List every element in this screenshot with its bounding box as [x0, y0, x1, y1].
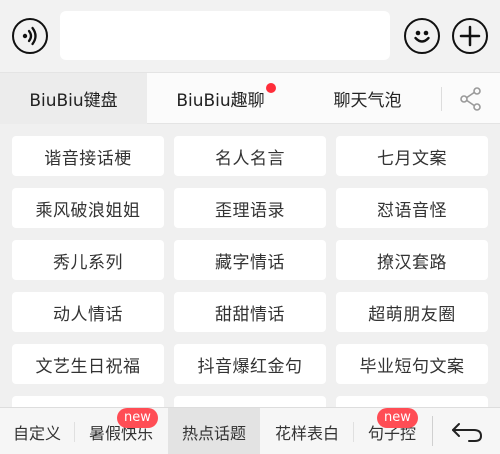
voice-icon — [22, 26, 37, 46]
share-icon — [460, 86, 481, 111]
message-input[interactable] — [60, 11, 390, 60]
category-tab-row: BiuBiu键盘 BiuBiu趣聊 聊天气泡 — [0, 72, 500, 124]
plus-icon — [459, 25, 481, 47]
notification-dot — [266, 83, 276, 93]
phrase-item[interactable]: 毕业短句文案 — [336, 344, 488, 384]
bottom-tab-label: 花样表白 — [274, 423, 339, 443]
tab-label: BiuBiu趣聊 — [176, 91, 265, 111]
phrase-item[interactable]: 秀儿系列 — [12, 240, 164, 280]
input-toolbar — [0, 0, 500, 72]
bottom-tab-confession[interactable]: 花样表白 — [261, 408, 353, 454]
bottom-tab-hot-topics[interactable]: 热点话题 — [168, 408, 260, 454]
emoji-button[interactable] — [404, 18, 440, 54]
phrase-item[interactable]: 撩汉套路 — [336, 240, 488, 280]
phrase-item[interactable]: 动人情话 — [12, 292, 164, 332]
tab-label: BiuBiu键盘 — [29, 91, 118, 111]
phrase-item[interactable]: 抖音爆红金句 — [174, 344, 326, 384]
voice-button[interactable] — [12, 18, 48, 54]
phrase-item[interactable]: 文艺生日祝福 — [12, 344, 164, 384]
phrase-item[interactable]: 七月文案 — [336, 136, 488, 176]
phrase-item[interactable]: 歪理语录 — [174, 188, 326, 228]
tab-biubiu-chat[interactable]: BiuBiu趣聊 — [147, 73, 294, 124]
phrase-item[interactable]: 超萌朋友圈 — [336, 292, 488, 332]
bottom-tab-label: 热点话题 — [181, 423, 246, 443]
phrase-item-partial[interactable] — [12, 396, 164, 407]
bottom-tab-custom[interactable]: 自定义 — [0, 408, 74, 454]
phrase-item[interactable]: 怼语音怪 — [336, 188, 488, 228]
phrase-item-partial[interactable] — [336, 396, 488, 407]
phrase-item[interactable]: 谐音接话梗 — [12, 136, 164, 176]
back-arrow-icon — [451, 422, 482, 442]
phrase-item[interactable]: 乘风破浪姐姐 — [12, 188, 164, 228]
phrase-item[interactable]: 藏字情话 — [174, 240, 326, 280]
phrase-grid: 谐音接话梗 名人名言 七月文案 乘风破浪姐姐 歪理语录 怼语音怪 秀儿系列 藏字… — [0, 125, 500, 407]
new-badge: new — [377, 408, 418, 428]
bottom-tab-label: 自定义 — [12, 423, 61, 443]
tab-chat-bubble[interactable]: 聊天气泡 — [294, 73, 441, 124]
phrase-item-partial[interactable] — [174, 396, 326, 407]
smiley-icon — [414, 30, 430, 43]
share-button[interactable] — [442, 73, 500, 124]
plus-button[interactable] — [452, 18, 488, 54]
phrase-item[interactable]: 名人名言 — [174, 136, 326, 176]
back-button[interactable] — [433, 408, 500, 454]
phrase-item[interactable]: 甜甜情话 — [174, 292, 326, 332]
tab-biubiu-keyboard[interactable]: BiuBiu键盘 — [0, 73, 147, 124]
tab-label: 聊天气泡 — [333, 91, 402, 111]
bottom-category-bar: 自定义 暑假快乐 new 热点话题 花样表白 句子控 new — [0, 407, 500, 454]
new-badge: new — [117, 408, 158, 428]
